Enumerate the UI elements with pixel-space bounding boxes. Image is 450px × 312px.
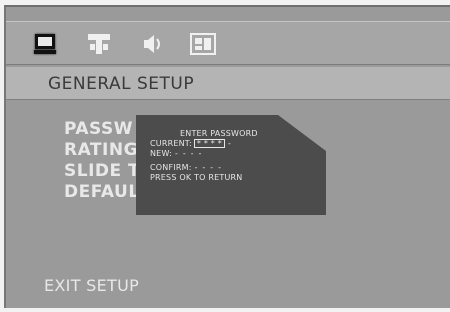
dialog-hint: PRESS OK TO RETURN xyxy=(150,173,243,182)
menu-item-rating[interactable]: RATING xyxy=(64,140,138,160)
page-title: GENERAL SETUP xyxy=(48,74,195,94)
new-password-row: NEW: - - - - xyxy=(150,149,203,159)
current-trail: - xyxy=(227,139,233,148)
tab-general[interactable] xyxy=(28,27,62,61)
confirm-password-field[interactable]: - - - - xyxy=(195,163,223,172)
preference-icon xyxy=(190,33,216,55)
tab-sound[interactable] xyxy=(134,27,168,61)
tab-preference[interactable] xyxy=(186,27,220,61)
menu-item-password[interactable]: PASSW xyxy=(64,119,133,139)
sound-icon xyxy=(144,35,160,53)
new-password-field[interactable]: - - - - xyxy=(175,149,203,158)
exit-setup-button[interactable]: EXIT SETUP xyxy=(44,276,139,295)
setup-tab-bar xyxy=(6,21,450,65)
current-password-row: CURRENT: * * * * - xyxy=(150,139,232,149)
speaker-setup-icon xyxy=(88,34,110,54)
confirm-password-row: CONFIRM: - - - - xyxy=(150,163,222,173)
current-label: CURRENT: xyxy=(150,139,192,148)
dialog-title: ENTER PASSWORD xyxy=(180,129,258,138)
confirm-label: CONFIRM: xyxy=(150,163,192,172)
menu-item-slide-time[interactable]: SLIDE T xyxy=(64,161,140,181)
title-strip: GENERAL SETUP xyxy=(6,67,450,100)
tab-audio-setup[interactable] xyxy=(82,27,116,61)
dvd-setup-screen: GENERAL SETUP PASSW RATING SLIDE T DEFAU… xyxy=(4,5,450,308)
current-password-field[interactable]: * * * * xyxy=(193,139,225,148)
password-dialog: ENTER PASSWORD CURRENT: * * * * - NEW: - - … xyxy=(136,115,326,215)
new-label: NEW: xyxy=(150,149,172,158)
monitor-icon xyxy=(34,34,56,54)
menu-item-default[interactable]: DEFAUL xyxy=(64,182,140,202)
